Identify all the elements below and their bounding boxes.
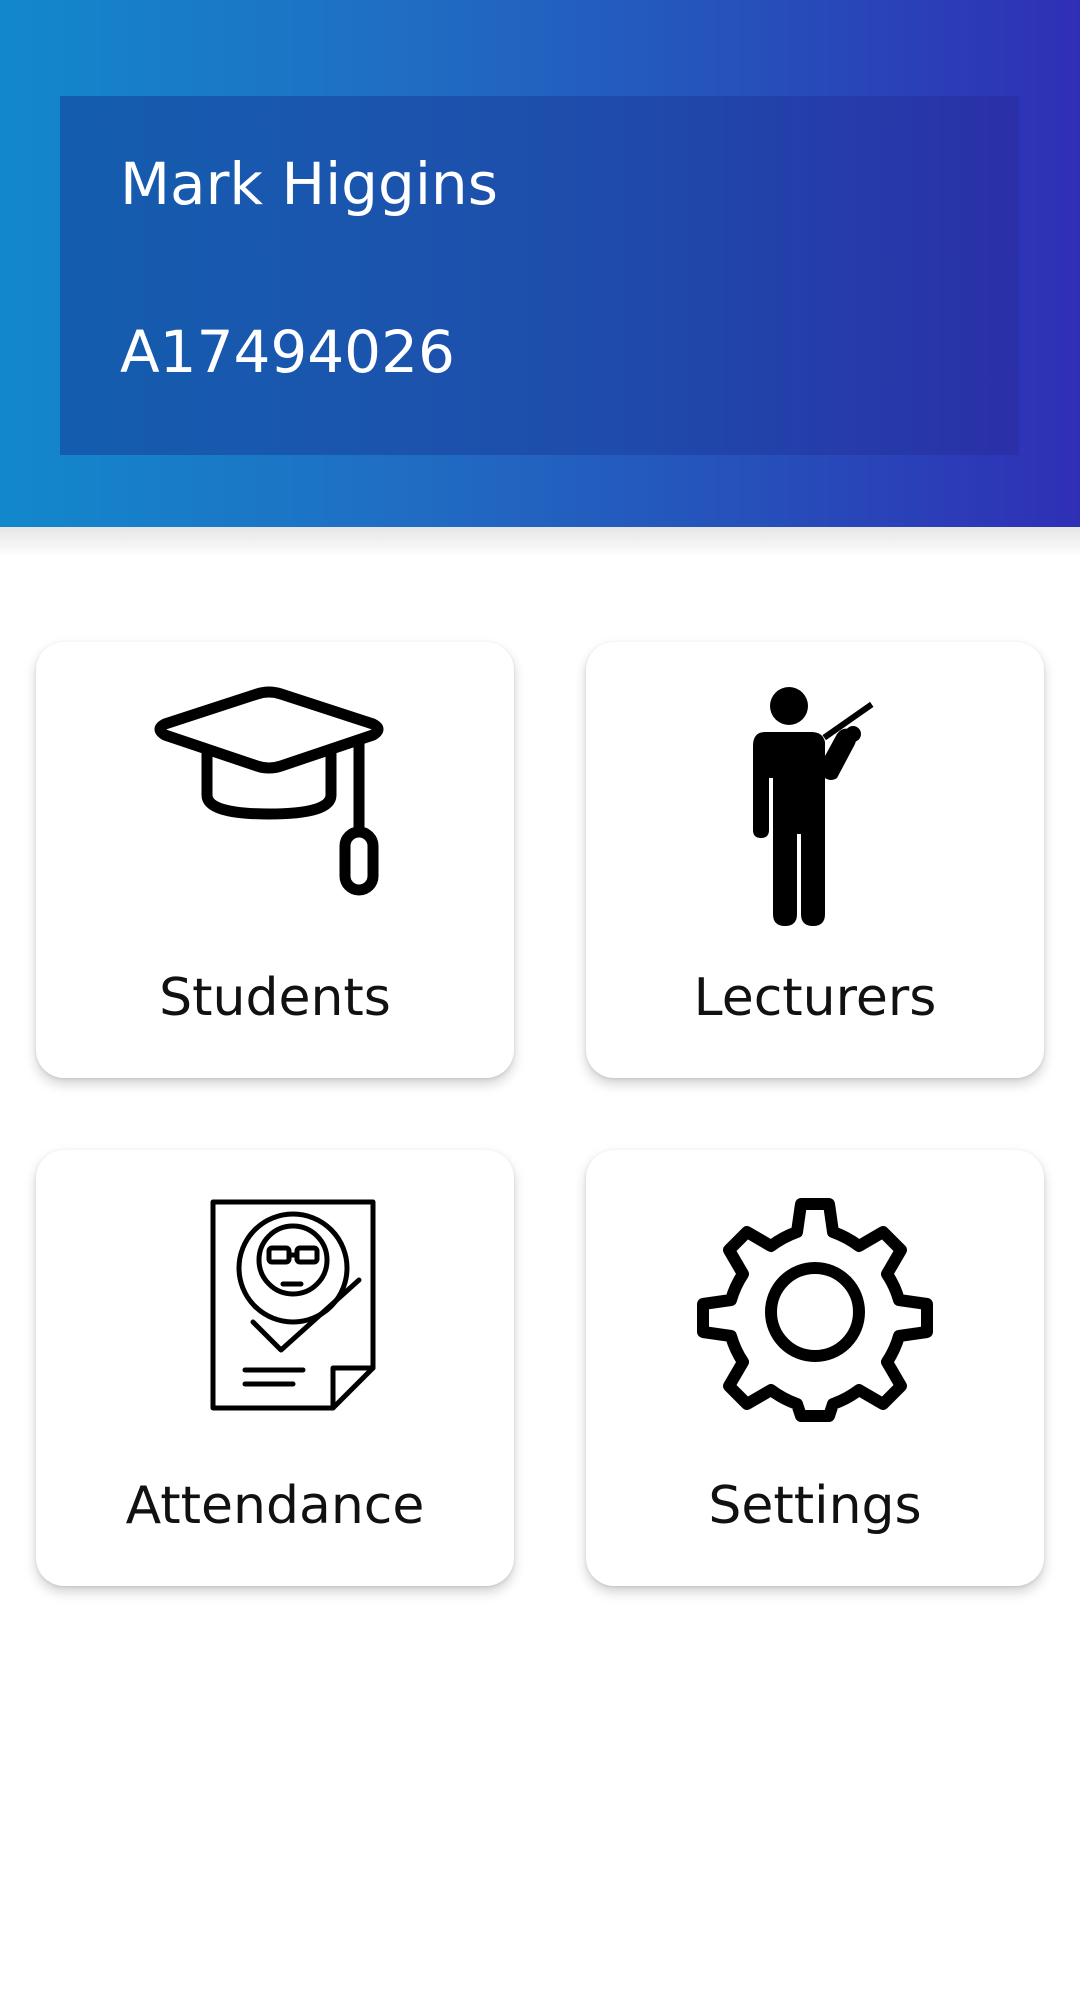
settings-label: Settings xyxy=(708,1476,922,1536)
attendance-document-icon xyxy=(36,1190,514,1430)
students-tile[interactable]: Students xyxy=(36,642,514,1078)
settings-tile[interactable]: Settings xyxy=(586,1150,1044,1586)
profile-id: A17494026 xyxy=(120,318,455,386)
students-label: Students xyxy=(159,968,391,1028)
profile-name: Mark Higgins xyxy=(120,150,498,218)
header-shadow xyxy=(0,527,1080,557)
attendance-tile[interactable]: Attendance xyxy=(36,1150,514,1586)
lecturers-label: Lecturers xyxy=(693,968,937,1028)
graduation-cap-icon xyxy=(36,682,514,922)
lecturers-tile[interactable]: Lecturers xyxy=(586,642,1044,1078)
gear-icon xyxy=(586,1190,1044,1430)
attendance-label: Attendance xyxy=(125,1476,425,1536)
lecturer-pointer-icon xyxy=(586,682,1044,926)
